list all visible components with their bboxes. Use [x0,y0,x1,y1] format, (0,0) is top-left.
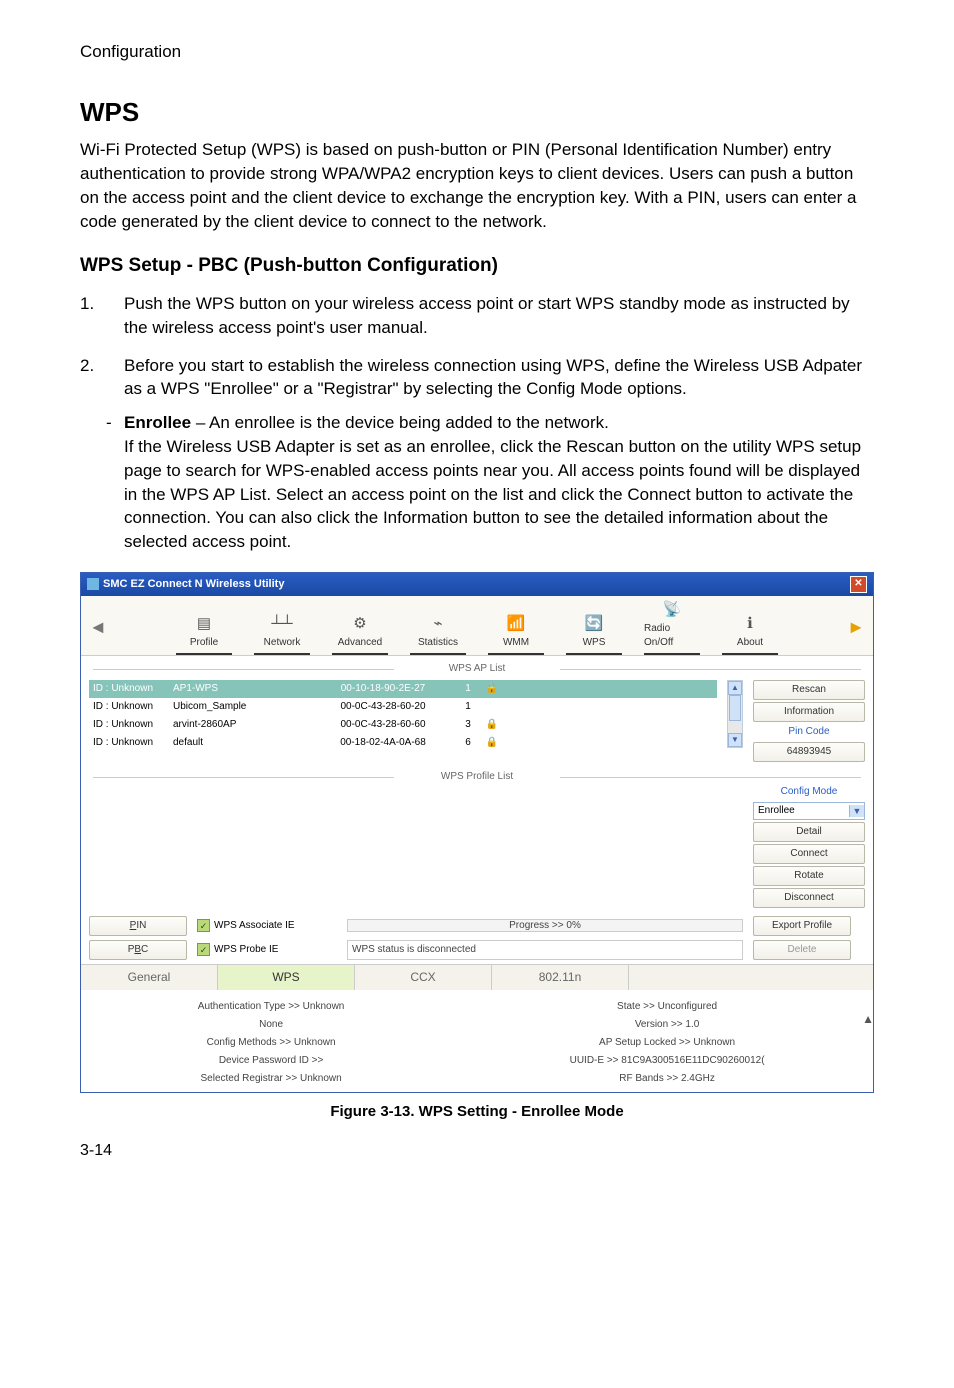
window-title: SMC EZ Connect N Wireless Utility [87,577,284,592]
detail-button[interactable]: Detail [753,822,865,842]
radio-icon: 📡 [660,600,684,620]
connect-button[interactable]: Connect [753,844,865,864]
pbc-button[interactable]: PBC [89,940,187,960]
pincode-value: 64893945 [753,742,865,762]
utility-window: SMC EZ Connect N Wireless Utility ✕ ◄ ▤P… [80,572,874,1093]
toolbar-about[interactable]: ℹAbout [722,614,778,655]
tab-wps[interactable]: WPS [218,965,355,990]
toolbar-wps[interactable]: 🔄WPS [566,614,622,655]
detail-tabs: General WPS CCX 802.11n [81,964,873,990]
wps-icon: 🔄 [582,614,606,634]
ap-row[interactable]: ID : Unknown Ubicom_Sample 00-0C-43-28-6… [89,698,717,716]
step-2: 2. Before you start to establish the wir… [80,354,874,554]
tab-80211n[interactable]: 802.11n [492,965,629,990]
export-profile-button[interactable]: Export Profile [753,916,851,936]
scroll-up-icon[interactable]: ▲ [728,681,742,695]
network-icon: ┴┴ [270,614,294,634]
section-heading: WPS Setup - PBC (Push-button Configurati… [80,253,874,280]
ap-list[interactable]: ID : Unknown AP1-WPS 00-10-18-90-2E-27 1… [89,680,717,762]
delete-button[interactable]: Delete [753,940,851,960]
progress-bar: Progress >> 0% [347,919,743,932]
ap-row[interactable]: ID : Unknown AP1-WPS 00-10-18-90-2E-27 1… [89,680,717,698]
collapse-icon[interactable]: ▲ [862,1011,874,1028]
titlebar: SMC EZ Connect N Wireless Utility ✕ [81,573,873,596]
toolbar: ◄ ▤Profile ┴┴Network ⚙Advanced ⌁Statisti… [81,596,873,656]
step-text: Before you start to establish the wirele… [124,354,874,402]
lock-icon: 🔒 [486,682,498,696]
step-1: 1. Push the WPS button on your wireless … [80,292,874,340]
figure-caption: Figure 3-13. WPS Setting - Enrollee Mode [80,1101,874,1122]
ap-row[interactable]: ID : Unknown default 00-18-02-4A-0A-68 6… [89,734,717,752]
toolbar-network[interactable]: ┴┴Network [254,614,310,655]
step-text: Push the WPS button on your wireless acc… [124,292,874,340]
rotate-button[interactable]: Rotate [753,866,865,886]
toolbar-statistics[interactable]: ⌁Statistics [410,614,466,655]
toolbar-radio[interactable]: 📡Radio On/Off [644,600,700,655]
enrollee-body: If the Wireless USB Adapter is set as an… [124,437,861,551]
ap-row[interactable]: ID : Unknown arvint-2860AP 00-0C-43-28-6… [89,716,717,734]
profile-list[interactable] [89,784,743,869]
toolbar-advanced[interactable]: ⚙Advanced [332,614,388,655]
chevron-down-icon: ▼ [849,805,864,818]
scroll-down-icon[interactable]: ▼ [728,733,742,747]
gear-icon: ⚙ [348,614,372,634]
profile-icon: ▤ [192,614,216,634]
step-number: 1. [80,292,124,340]
information-button[interactable]: Information [753,702,865,722]
nav-left-icon[interactable]: ◄ [87,615,109,640]
statistics-icon: ⌁ [426,614,450,634]
wps-associate-checkbox[interactable]: ✓WPS Associate IE [197,919,337,933]
page-number: 3-14 [80,1140,874,1162]
page-title: WPS [80,94,874,130]
tab-ccx[interactable]: CCX [355,965,492,990]
close-icon[interactable]: ✕ [850,576,867,593]
breadcrumb: Configuration [80,40,874,64]
toolbar-wmm[interactable]: 📶WMM [488,614,544,655]
pin-button[interactable]: PIN [89,916,187,936]
about-icon: ℹ [738,614,762,634]
lock-icon: 🔒 [486,736,498,750]
enrollee-line: Enrollee – An enrollee is the device bei… [124,413,609,432]
bullet-dash: - [106,411,124,554]
configmode-label: Config Mode [753,784,865,800]
lock-icon: 🔒 [486,718,498,732]
wmm-icon: 📶 [504,614,528,634]
scrollbar[interactable]: ▲ ▼ [727,680,743,748]
disconnect-button[interactable]: Disconnect [753,888,865,908]
intro-paragraph: Wi-Fi Protected Setup (WPS) is based on … [80,138,874,233]
scroll-thumb[interactable] [729,695,741,721]
configmode-select[interactable]: Enrollee ▼ [753,802,865,820]
toolbar-profile[interactable]: ▤Profile [176,614,232,655]
details-panel: Authentication Type >> UnknownState >> U… [81,990,873,1092]
rescan-button[interactable]: Rescan [753,680,865,700]
nav-right-icon[interactable]: ► [845,615,867,640]
profile-list-label: WPS Profile List [81,770,873,784]
wps-probe-checkbox[interactable]: ✓WPS Probe IE [197,943,337,957]
pincode-label: Pin Code [753,724,865,740]
tab-general[interactable]: General [81,965,218,990]
ap-list-label: WPS AP List [81,662,873,676]
wps-status-text: WPS status is disconnected [347,940,743,960]
